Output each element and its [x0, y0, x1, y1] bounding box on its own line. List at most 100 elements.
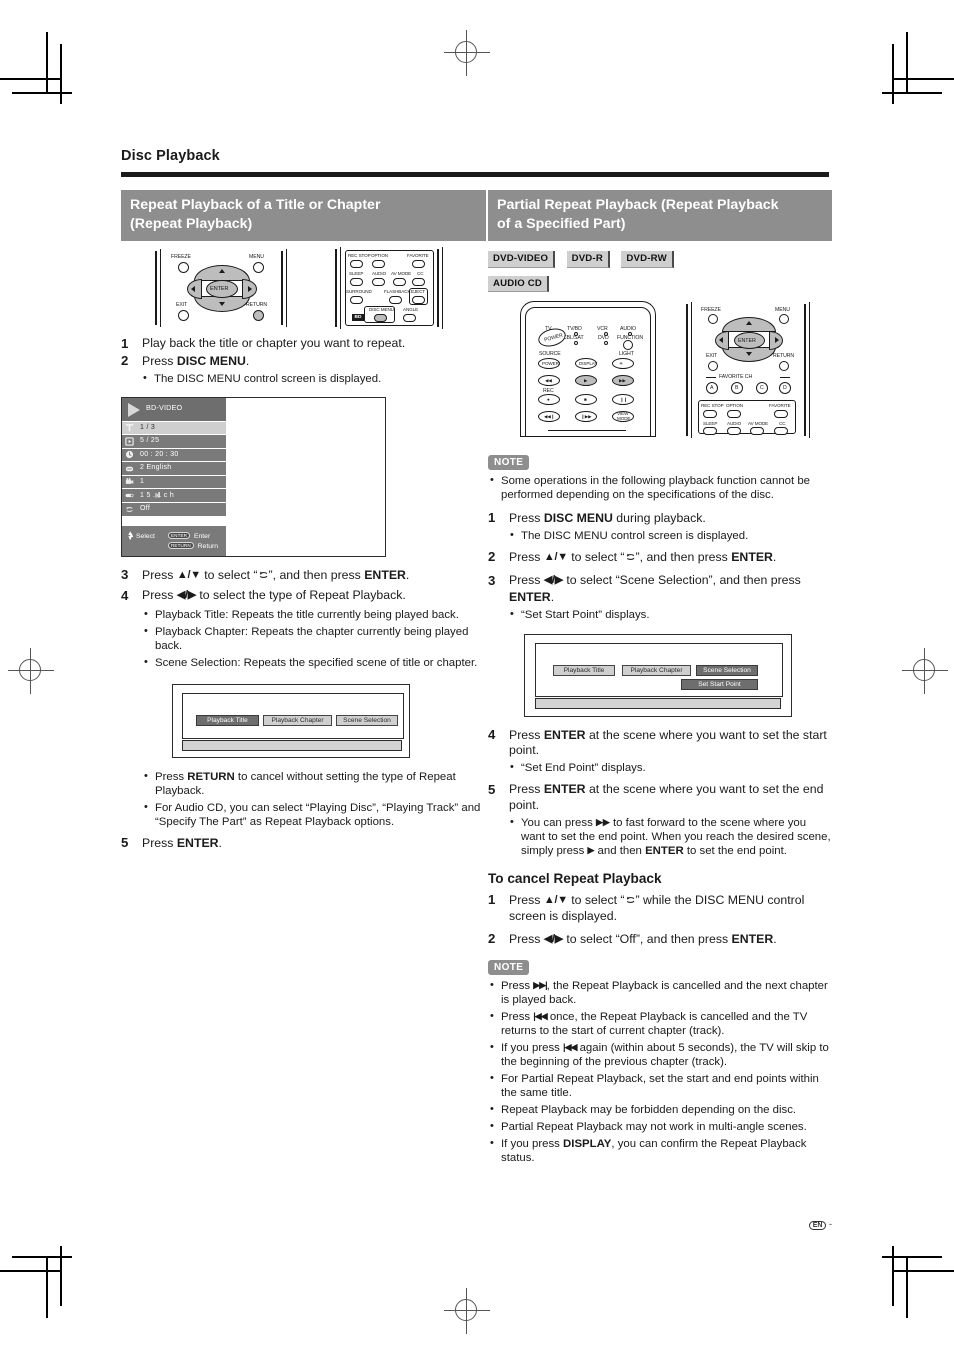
bullet-text: Some operations in the following playbac… [501, 474, 811, 501]
disc-menu-button[interactable] [374, 314, 387, 322]
sleep-button[interactable] [703, 427, 717, 435]
audio-label: AUDIO [727, 421, 742, 426]
enter-label: ENTER [738, 338, 756, 344]
osd-footer: ▲ ▲ ▼ Select ENTER Enter RETURN Return [122, 525, 226, 556]
av-mode-button[interactable] [393, 278, 406, 286]
chip-label: Scene Selection [703, 666, 751, 674]
chip-playback-chapter[interactable]: Playback Chapter [263, 714, 332, 726]
chip-set-start-point[interactable]: Set Start Point [681, 678, 758, 690]
right-heading-line2: of a Specified Part) [497, 216, 626, 232]
osd-row-audio[interactable]: 1 5 . 1 c h [122, 488, 226, 503]
chip-scene-selection[interactable]: Scene Selection [696, 664, 758, 676]
function-button[interactable] [623, 340, 633, 350]
favorite-button[interactable] [412, 260, 425, 268]
exit-button[interactable] [178, 310, 189, 321]
power-button-label: POWER [542, 361, 559, 366]
chip-label: Set Start Point [698, 680, 741, 688]
footer-dash: - [829, 1219, 832, 1229]
previous-icon: ◀◀❙ [544, 414, 555, 419]
page-title: Disc Playback [121, 148, 220, 164]
rec-stop-button[interactable] [703, 410, 717, 418]
return-button[interactable] [779, 361, 789, 371]
subtitle-icon [125, 466, 134, 471]
left-heading-line1: Repeat Playback of a Title or Chapter [130, 197, 381, 213]
fast-forward-icon: ▶▶ [619, 378, 626, 383]
chip-playback-title[interactable]: Playback Title [196, 714, 259, 726]
step-text-bold: ENTER [543, 782, 586, 796]
remote-edge [281, 251, 284, 325]
left-arrow-icon [191, 286, 195, 292]
step-text-post: . [405, 567, 410, 582]
bullet-pre: If you press [501, 1041, 564, 1054]
view-mode-label: VIEW MODE [617, 411, 631, 421]
chip-playback-chapter[interactable]: Playback Chapter [622, 664, 691, 676]
enter-label: ENTER [210, 286, 229, 292]
chip-scene-selection[interactable]: Scene Selection [336, 714, 398, 726]
figure-status-bar [535, 697, 781, 709]
audio-icon [125, 493, 134, 498]
av-mode-button[interactable] [750, 427, 764, 435]
osd-row-repeat[interactable]: Off [122, 502, 226, 516]
menu-label: MENU [775, 307, 790, 313]
flashback-button[interactable] [389, 296, 402, 304]
rec-stop-button[interactable] [350, 260, 363, 268]
favorite-button[interactable] [774, 410, 788, 418]
osd-row-value: 1 [140, 478, 145, 486]
freeze-button[interactable] [178, 262, 189, 273]
freeze-button[interactable] [708, 314, 718, 324]
right-scene-selection-figure: Playback Title Playback Chapter Scene Se… [524, 633, 792, 717]
osd-header: BD-VIDEO [122, 397, 226, 421]
right-step-5: 5 Press ENTER at the scene where you wan… [488, 782, 832, 858]
next-track-glyph: ▶▶| [533, 979, 547, 990]
osd-return-label: Return [197, 542, 219, 550]
audio-button[interactable] [372, 278, 385, 286]
step-text-pre: Press [509, 510, 544, 525]
badge-audio-cd: AUDIO CD [488, 275, 550, 292]
step-sub-bullet: You can press ▶▶ to fast forward to the … [509, 815, 832, 858]
osd-panel: BD-VIDEO 1 / 3 5 / 25 00 : 20 : 30 2 Eng… [122, 397, 226, 556]
rec-stop-label: REC STOP [348, 253, 371, 258]
osd-row-angle[interactable]: 1 [122, 474, 226, 489]
select-updown-icon: ▲ ▼ [127, 529, 134, 542]
surround-button[interactable] [350, 296, 363, 304]
left-step-5: 5 Press ENTER. [121, 835, 486, 852]
osd-row-chapter[interactable]: 5 / 25 [122, 434, 226, 448]
return-button[interactable] [253, 310, 264, 321]
leftright-arrows-glyph: ◀/▶ [543, 574, 563, 586]
right-arrow-icon [775, 337, 779, 343]
menu-button[interactable] [779, 314, 789, 324]
repeat-icon [625, 552, 636, 562]
cc-button[interactable] [412, 278, 425, 286]
angle-button[interactable] [403, 314, 416, 322]
bullet-text: Playback Title: Repeats the title curren… [155, 608, 459, 621]
remote-edge [286, 249, 288, 327]
up-arrow-icon [746, 321, 752, 325]
exit-button[interactable] [708, 361, 718, 371]
sleep-button[interactable] [350, 278, 363, 286]
step-text-pre: Press [142, 835, 177, 850]
audio-button[interactable] [727, 427, 741, 435]
cc-button[interactable] [774, 427, 788, 435]
right-arrow-icon [248, 286, 252, 292]
step-text-post: . [218, 835, 222, 850]
sub-text: The DISC MENU control screen is displaye… [154, 372, 382, 385]
menu-button[interactable] [253, 262, 264, 273]
step-text-bold: DISC MENU [176, 353, 246, 368]
audio-label: AUDIO [372, 271, 387, 276]
note-bullet: Press RETURN to cancel without setting t… [142, 769, 486, 798]
osd-row-title[interactable]: 1 / 3 [122, 420, 226, 435]
stop-icon: ■ [584, 397, 587, 402]
bullet-pre: For Partial Repeat Playback, set the sta… [501, 1072, 819, 1099]
note-block-1: NOTE Some operations in the following pl… [488, 445, 832, 502]
audio-label: AUDIO [620, 326, 636, 332]
option-button[interactable] [372, 260, 385, 268]
up-arrow-icon [219, 269, 225, 273]
note-bullet: For Audio CD, you can select “Playing Di… [142, 800, 486, 829]
light-label: LIGHT [619, 351, 634, 357]
updown-arrows-glyph: ▲/▼ [543, 893, 568, 906]
osd-row-time[interactable]: 00 : 20 : 30 [122, 447, 226, 462]
eject-button[interactable] [412, 296, 425, 304]
option-button[interactable] [727, 410, 741, 418]
osd-row-subtitle[interactable]: 2 English [122, 461, 226, 475]
chip-playback-title[interactable]: Playback Title [553, 664, 615, 676]
